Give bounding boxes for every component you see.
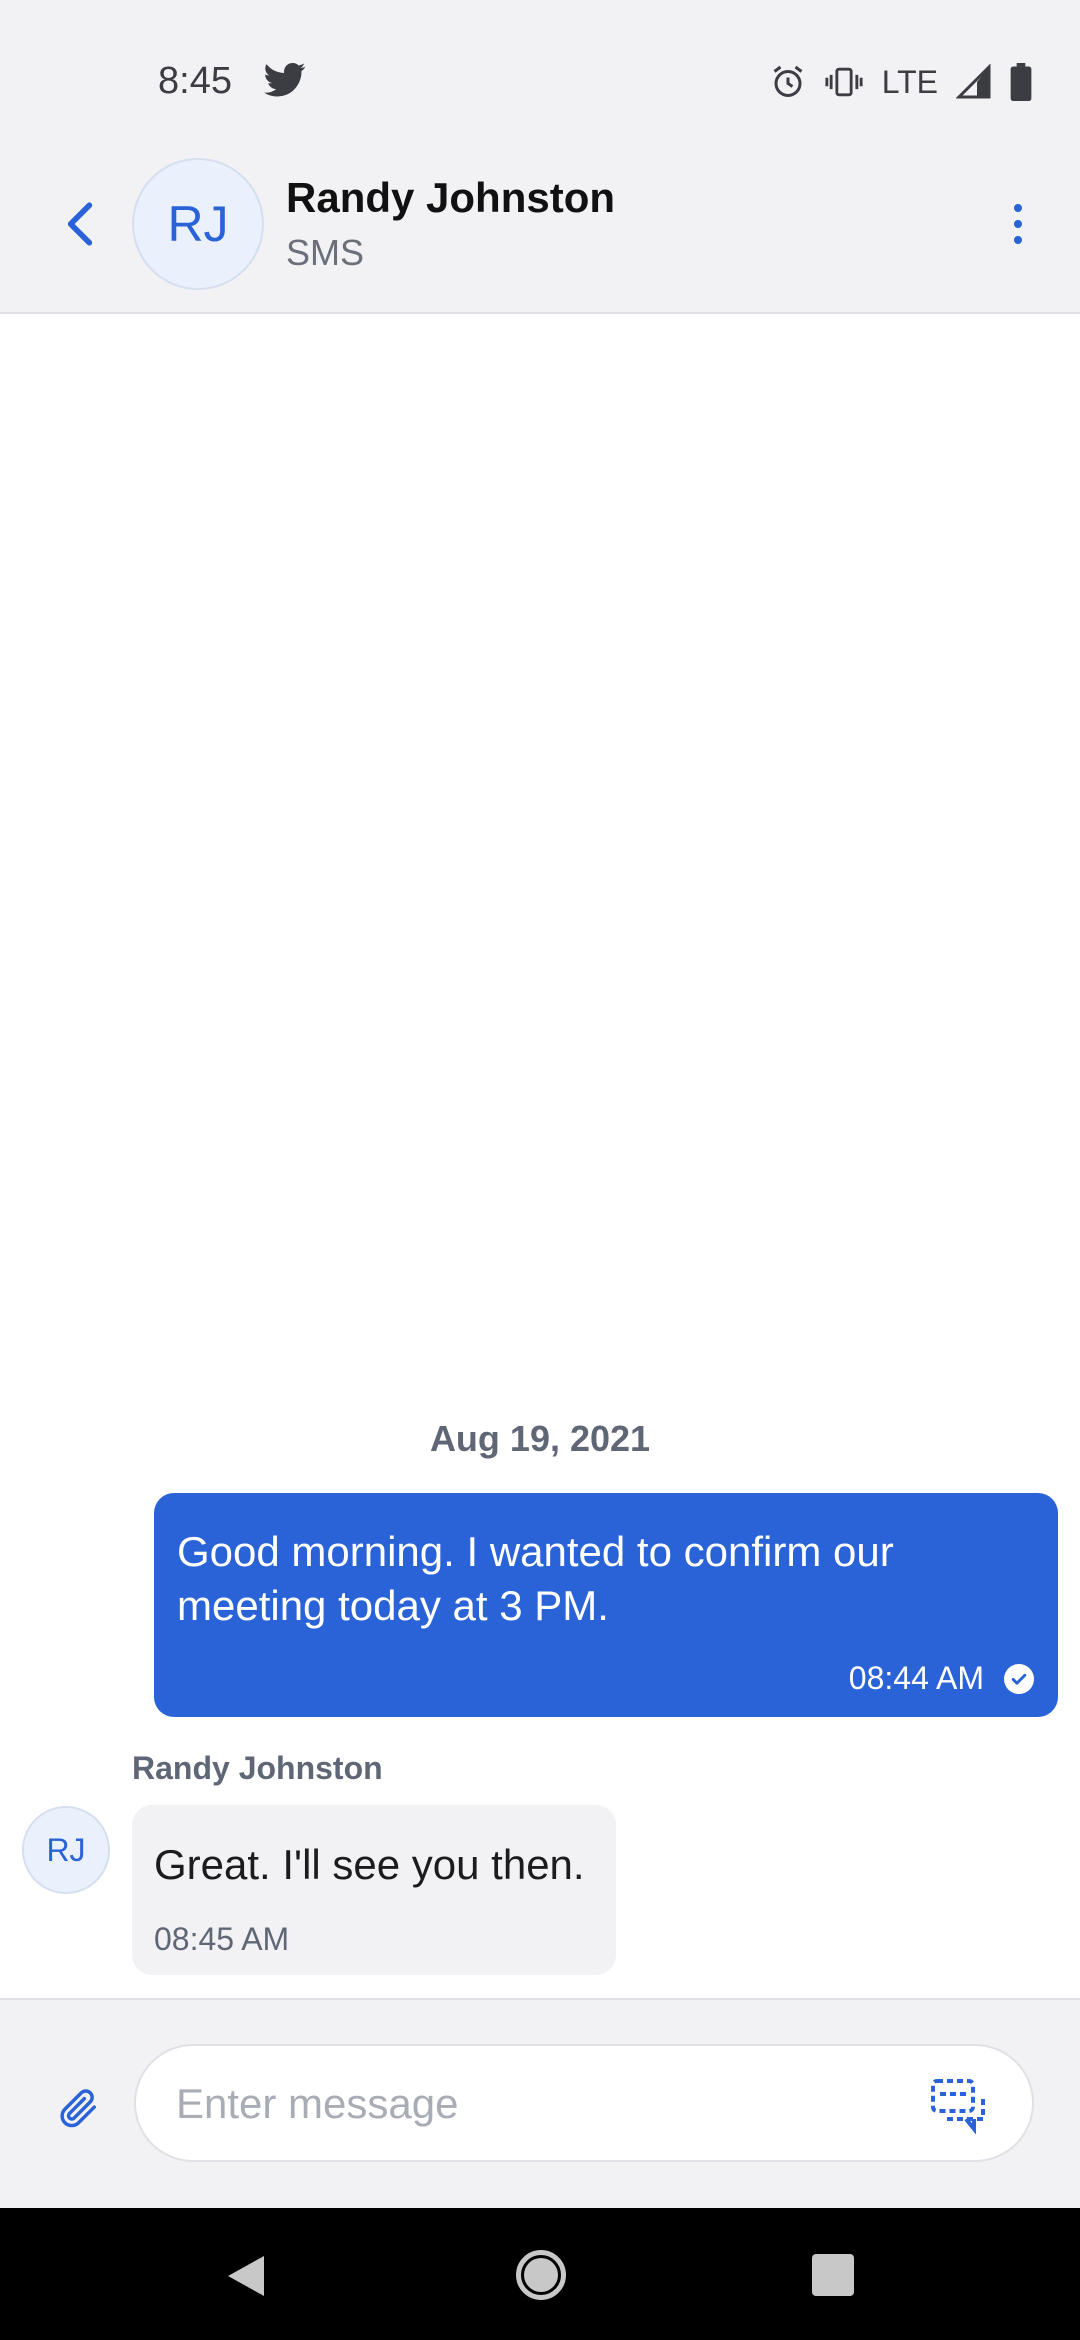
message-template-icon[interactable]: [930, 2078, 990, 2134]
contact-name[interactable]: Randy Johnston: [286, 174, 615, 222]
vibrate-icon: [825, 67, 863, 97]
system-nav-bar: [0, 2208, 1080, 2340]
sender-name: Randy Johnston: [132, 1750, 383, 1786]
message-meta: 08:44 AM: [849, 1660, 1034, 1697]
message-composer: [0, 1998, 1080, 2208]
more-vertical-icon: [1014, 204, 1022, 212]
message-text: Good morning. I wanted to confirm our me…: [177, 1528, 894, 1629]
status-icons: LTE: [770, 60, 1032, 104]
chevron-left-icon: [67, 202, 93, 246]
sender-avatar[interactable]: RJ: [22, 1806, 110, 1894]
status-time: 8:45: [158, 60, 232, 102]
contact-avatar-initials: RJ: [167, 196, 229, 252]
date-separator: Aug 19, 2021: [429, 1418, 651, 1459]
nav-back-icon[interactable]: [224, 2252, 268, 2300]
alarm-icon: [773, 65, 803, 97]
network-type: LTE: [881, 63, 938, 100]
battery-icon: [1010, 63, 1032, 101]
nav-recents-icon[interactable]: [812, 2254, 854, 2296]
conversation-header: RJ Randy Johnston SMS: [0, 140, 1080, 314]
message-input[interactable]: [176, 2066, 916, 2142]
signal-icon: [956, 64, 991, 99]
nav-home-icon[interactable]: [516, 2250, 566, 2300]
back-button[interactable]: [52, 194, 108, 254]
paperclip-icon: [60, 2089, 97, 2128]
incoming-message[interactable]: Great. I'll see you then. 08:45 AM: [132, 1805, 616, 1975]
outgoing-message[interactable]: Good morning. I wanted to confirm our me…: [154, 1493, 1058, 1717]
message-text: Great. I'll see you then.: [154, 1841, 585, 1888]
message-time: 08:45 AM: [154, 1921, 290, 1957]
more-options-button[interactable]: [988, 186, 1048, 262]
sender-avatar-initials: RJ: [46, 1831, 86, 1868]
contact-avatar[interactable]: RJ: [132, 158, 264, 290]
message-time: 08:44 AM: [848, 1660, 984, 1696]
message-input-container: [134, 2044, 1034, 2162]
channel-label: SMS: [286, 232, 365, 273]
attach-button[interactable]: [48, 2078, 108, 2138]
twitter-icon: [264, 62, 306, 97]
delivered-check-icon: [1004, 1663, 1034, 1694]
status-bar: 8:45 LTE: [0, 0, 1080, 140]
